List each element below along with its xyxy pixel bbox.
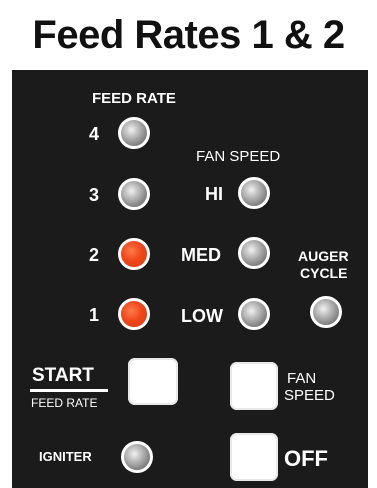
off-button[interactable] xyxy=(230,433,278,481)
fan-speed-label-hi: HI xyxy=(205,184,223,204)
fan-speed-hi-indicator xyxy=(238,177,270,209)
feed-rate-2-indicator xyxy=(118,238,150,270)
fan-speed-label-low: LOW xyxy=(181,306,223,326)
page-title: Feed Rates 1 & 2 xyxy=(0,0,377,70)
start-feed-rate-button[interactable] xyxy=(128,358,178,405)
start-label: START xyxy=(32,365,94,386)
off-label: OFF xyxy=(284,446,328,471)
feed-rate-4-indicator xyxy=(118,117,150,149)
auger-cycle-label-line1: AUGER xyxy=(298,248,349,264)
feed-rate-label-2: 2 xyxy=(89,245,100,265)
feed-rate-3-indicator xyxy=(118,178,150,210)
start-divider xyxy=(30,389,108,392)
igniter-label: IGNITER xyxy=(39,449,92,464)
fan-speed-button-label-line2: SPEED xyxy=(284,387,335,404)
feed-rate-label-3: 3 xyxy=(89,185,100,205)
auger-cycle-indicator xyxy=(310,296,342,328)
fan-speed-button[interactable] xyxy=(230,362,278,410)
fan-speed-med-indicator xyxy=(238,237,270,269)
fan-speed-heading: FAN SPEED xyxy=(196,148,281,165)
fan-speed-low-indicator xyxy=(238,298,270,330)
fan-speed-label-med: MED xyxy=(181,245,221,265)
feed-rate-1-indicator xyxy=(118,298,150,330)
auger-cycle-label-line2: CYCLE xyxy=(300,265,348,281)
feed-rate-label-4: 4 xyxy=(89,124,100,144)
igniter-indicator xyxy=(121,441,153,473)
start-feed-rate-label: FEED RATE xyxy=(31,396,98,410)
feed-rate-heading: FEED RATE xyxy=(92,90,176,107)
fan-speed-button-label-line1: FAN xyxy=(287,370,317,387)
feed-rate-label-1: 1 xyxy=(89,305,100,325)
